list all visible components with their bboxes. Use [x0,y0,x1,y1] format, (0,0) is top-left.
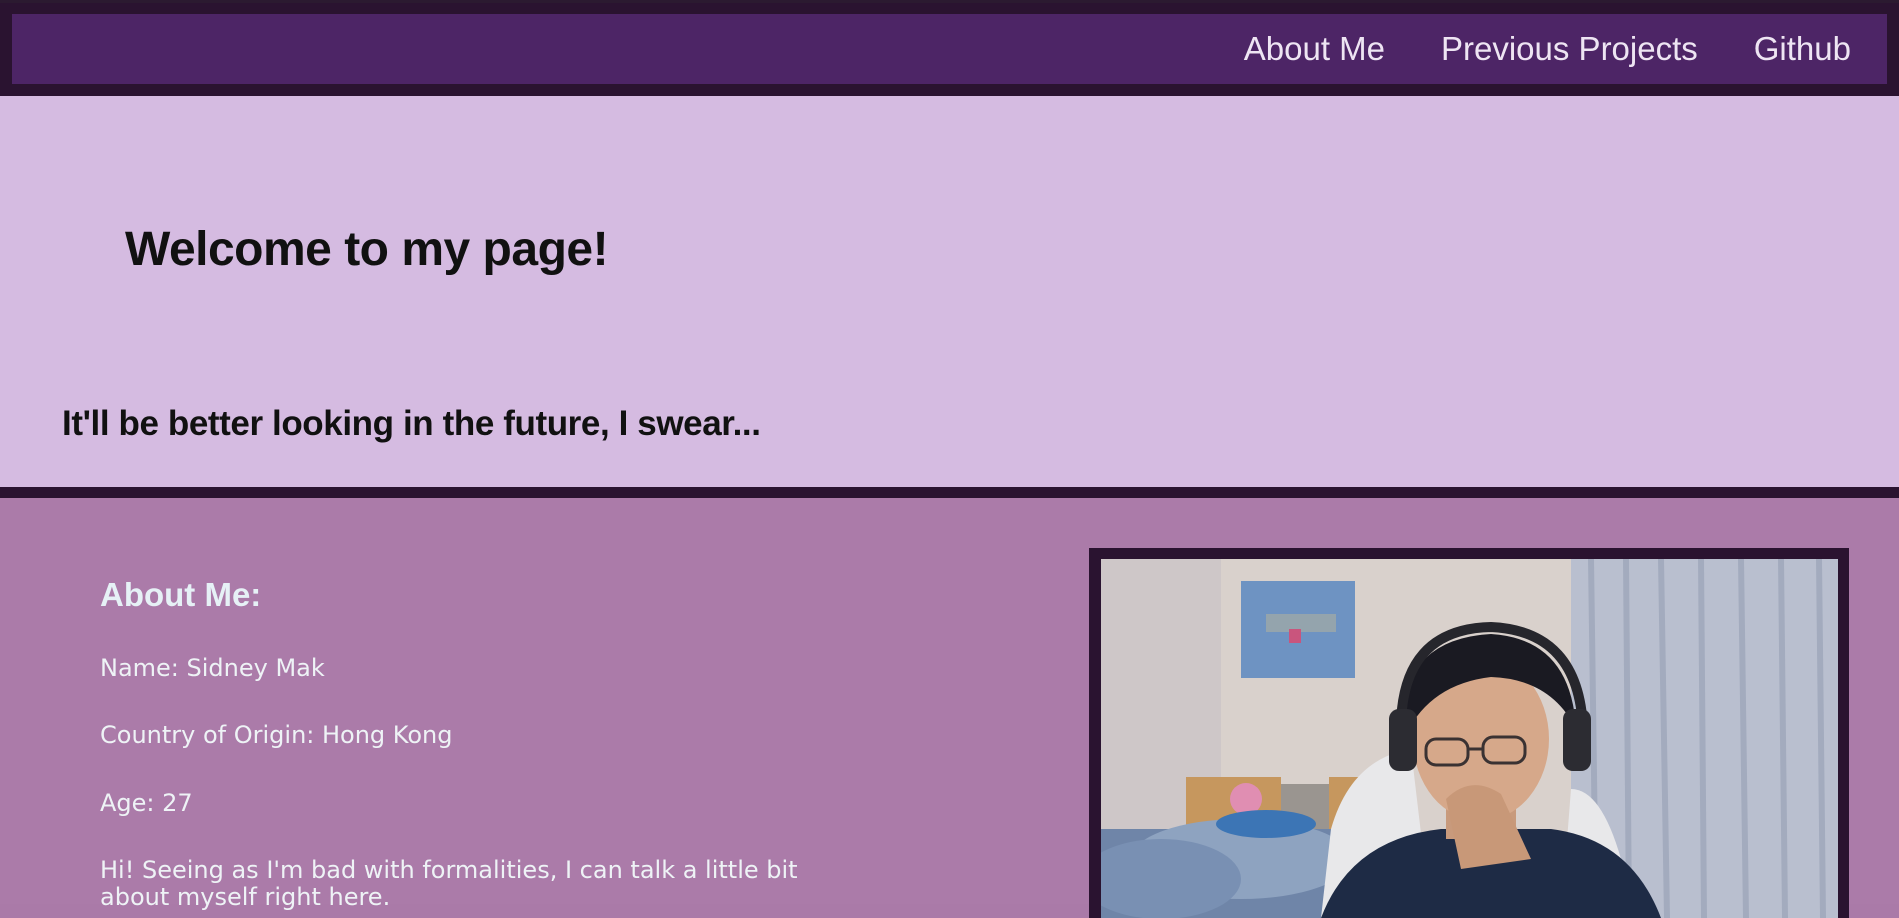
about-intro-line-1: Hi! Seeing as I'm bad with formalities, … [100,856,798,884]
about-name: Name: Sidney Mak [100,654,325,682]
about-country: Country of Origin: Hong Kong [100,721,453,749]
hero-section: Welcome to my page! It'll be better look… [0,96,1899,487]
about-age: Age: 27 [100,789,193,817]
about-section: About Me: Name: Sidney Mak Country of Or… [0,498,1899,918]
page-title: Welcome to my page! [125,223,609,276]
profile-photo-frame [1089,548,1849,918]
navbar-inner: About Me Previous Projects Github [12,14,1887,84]
hero-subtitle: It'll be better looking in the future, I… [62,404,761,443]
navbar: About Me Previous Projects Github [0,3,1899,96]
nav-link-previous-projects[interactable]: Previous Projects [1441,30,1698,68]
nav-link-about-me[interactable]: About Me [1244,30,1385,68]
about-heading: About Me: [100,576,262,613]
profile-photo [1101,559,1838,918]
about-intro-line-2: about myself right here. [100,883,391,911]
nav-link-github[interactable]: Github [1754,30,1851,68]
section-divider [0,487,1899,498]
